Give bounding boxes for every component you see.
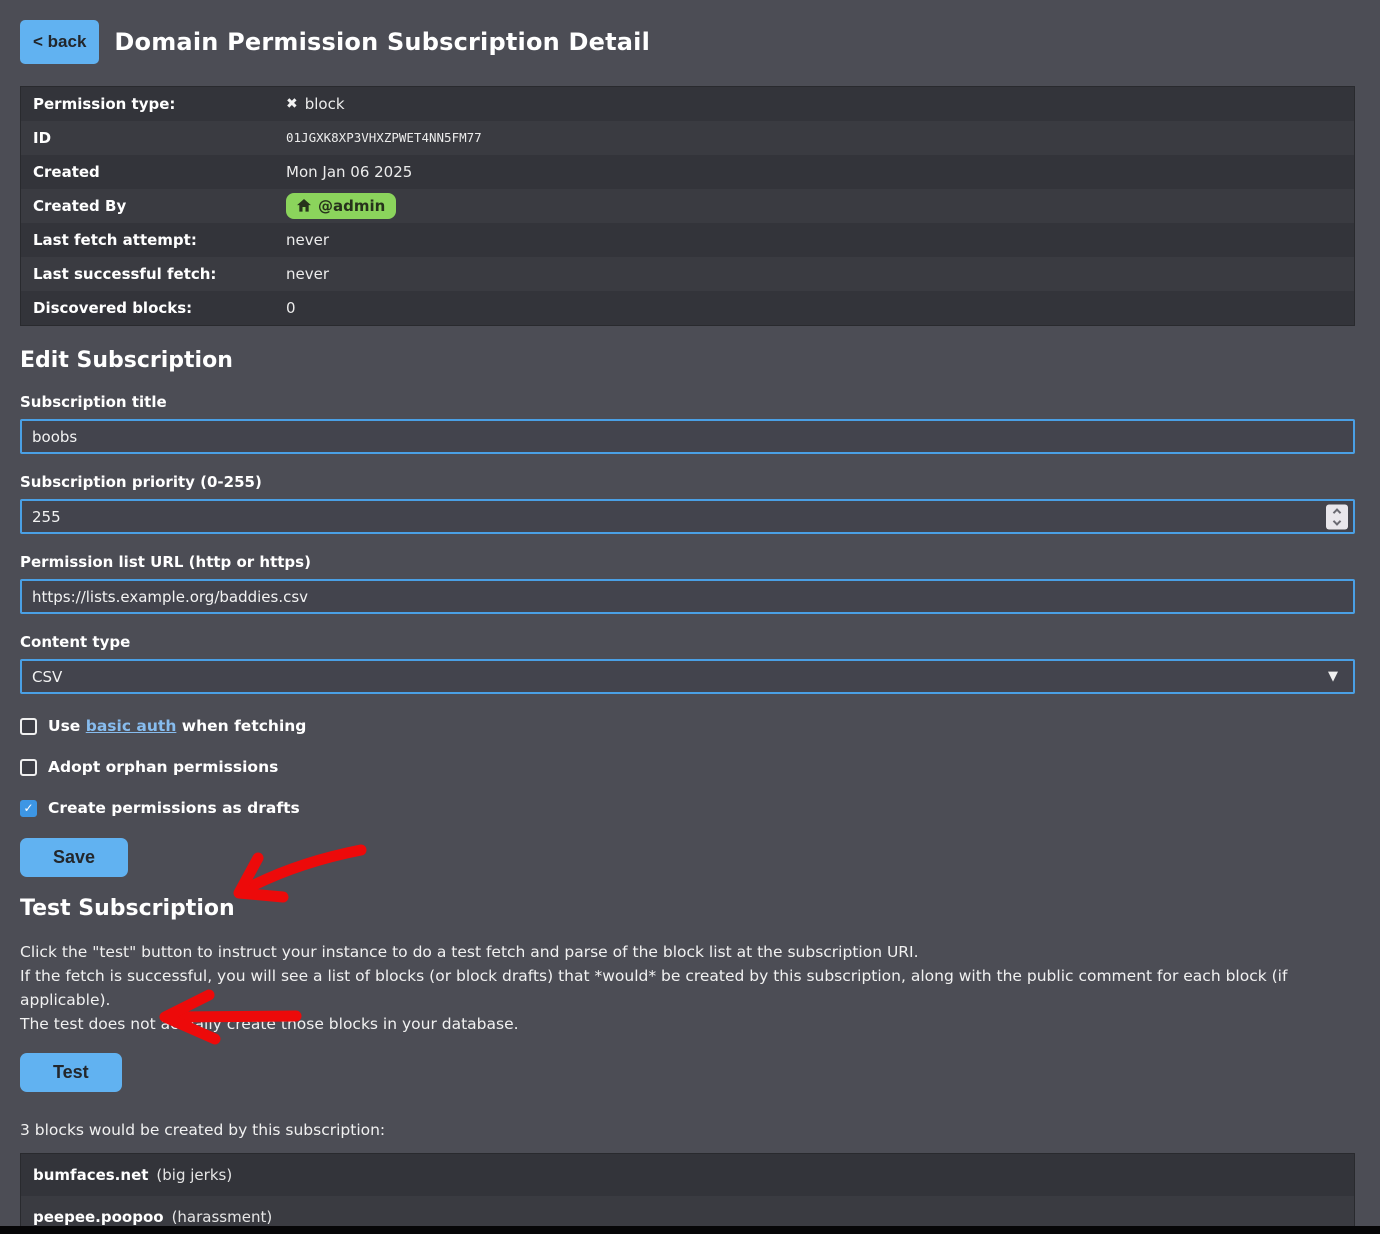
description-line: If the fetch is successful, you will see…	[20, 964, 1355, 1012]
table-row: Created By @admin	[21, 189, 1354, 223]
content-type-value: CSV	[32, 668, 62, 686]
subscription-priority-input[interactable]: 255	[20, 499, 1355, 534]
info-label: Permission type:	[21, 95, 286, 113]
description-line: Click the "test" button to instruct your…	[20, 940, 1355, 964]
create-permissions-as-drafts-checkbox[interactable]: ✓	[20, 800, 37, 817]
table-row: Last fetch attempt: never	[21, 223, 1354, 257]
basic-auth-label: Use basic auth when fetching	[48, 717, 306, 735]
chevron-down-icon: ▼	[1328, 669, 1338, 684]
adopt-orphan-permissions-checkbox[interactable]: ✓	[20, 759, 37, 776]
subscription-title-field: Subscription title	[20, 393, 1355, 454]
number-spinner[interactable]	[1326, 504, 1348, 529]
info-label: Last successful fetch:	[21, 265, 286, 283]
create-drafts-check-row: ✓ Create permissions as drafts	[20, 799, 1355, 817]
block-domain: bumfaces.net	[33, 1166, 148, 1184]
last-successful-fetch-value: never	[286, 265, 329, 283]
subscription-title-input[interactable]	[20, 419, 1355, 454]
subscription-info-table: Permission type: ✖ block ID 01JGXK8XP3VH…	[20, 86, 1355, 326]
table-row: ID 01JGXK8XP3VHXZPWET4NN5FM77	[21, 121, 1354, 155]
last-fetch-attempt-value: never	[286, 231, 329, 249]
priority-value: 255	[32, 508, 61, 526]
info-label: Created By	[21, 197, 286, 215]
description-line: The test does not actually create those …	[20, 1012, 1355, 1036]
table-row: Last successful fetch: never	[21, 257, 1354, 291]
info-value: ✖ block	[286, 95, 345, 113]
back-button[interactable]: < back	[20, 20, 99, 64]
domain-permission-subscription-detail-page: < back Domain Permission Subscription De…	[0, 0, 1380, 1234]
info-label: Discovered blocks:	[21, 299, 286, 317]
create-permissions-as-drafts-label: Create permissions as drafts	[48, 799, 300, 817]
subscription-priority-label: Subscription priority (0-255)	[20, 473, 1355, 491]
list-item: bumfaces.net (big jerks)	[21, 1154, 1354, 1196]
created-by-username: @admin	[318, 197, 385, 215]
test-result-summary: 3 blocks would be created by this subscr…	[20, 1121, 1355, 1139]
block-cross-icon: ✖	[286, 96, 298, 112]
block-comment: (harassment)	[172, 1208, 273, 1226]
block-domain: peepee.poopoo	[33, 1208, 164, 1226]
permission-list-url-label: Permission list URL (http or https)	[20, 553, 1355, 571]
spinner-down-icon[interactable]	[1333, 517, 1341, 525]
home-icon	[297, 199, 311, 212]
content-type-select[interactable]: CSV ▼	[20, 659, 1355, 694]
subscription-title-label: Subscription title	[20, 393, 1355, 411]
test-subscription-heading: Test Subscription	[20, 895, 1355, 923]
use-basic-auth-checkbox[interactable]: ✓	[20, 718, 37, 735]
test-button[interactable]: Test	[20, 1053, 122, 1092]
bottom-edge-bar	[0, 1226, 1380, 1234]
created-by-badge[interactable]: @admin	[286, 193, 396, 219]
adopt-orphans-check-row: ✓ Adopt orphan permissions	[20, 758, 1355, 776]
label-prefix: Use	[48, 717, 80, 735]
table-row: Created Mon Jan 06 2025	[21, 155, 1354, 189]
save-button[interactable]: Save	[20, 838, 128, 877]
content-type-label: Content type	[20, 633, 1355, 651]
test-subscription-description: Click the "test" button to instruct your…	[20, 940, 1355, 1036]
spinner-up-icon[interactable]	[1333, 508, 1341, 516]
content-type-field: Content type CSV ▼	[20, 633, 1355, 694]
block-comment: (big jerks)	[156, 1166, 232, 1184]
permission-list-url-field: Permission list URL (http or https)	[20, 553, 1355, 614]
subscription-id-value: 01JGXK8XP3VHXZPWET4NN5FM77	[286, 130, 482, 145]
basic-auth-check-row: ✓ Use basic auth when fetching	[20, 717, 1355, 735]
page-title: Domain Permission Subscription Detail	[114, 28, 650, 56]
page-header: < back Domain Permission Subscription De…	[20, 20, 1355, 64]
created-date-value: Mon Jan 06 2025	[286, 163, 412, 181]
info-label: Last fetch attempt:	[21, 231, 286, 249]
info-label: ID	[21, 129, 286, 147]
edit-subscription-heading: Edit Subscription	[20, 347, 1355, 375]
permission-list-url-input[interactable]	[20, 579, 1355, 614]
test-blocks-list: bumfaces.net (big jerks) peepee.poopoo (…	[20, 1153, 1355, 1234]
subscription-priority-field: Subscription priority (0-255) 255	[20, 473, 1355, 534]
basic-auth-link[interactable]: basic auth	[86, 717, 177, 735]
info-label: Created	[21, 163, 286, 181]
permission-type-value: block	[305, 95, 345, 113]
adopt-orphan-permissions-label: Adopt orphan permissions	[48, 758, 278, 776]
table-row: Permission type: ✖ block	[21, 87, 1354, 121]
table-row: Discovered blocks: 0	[21, 291, 1354, 325]
label-suffix: when fetching	[182, 717, 307, 735]
discovered-blocks-value: 0	[286, 299, 296, 317]
